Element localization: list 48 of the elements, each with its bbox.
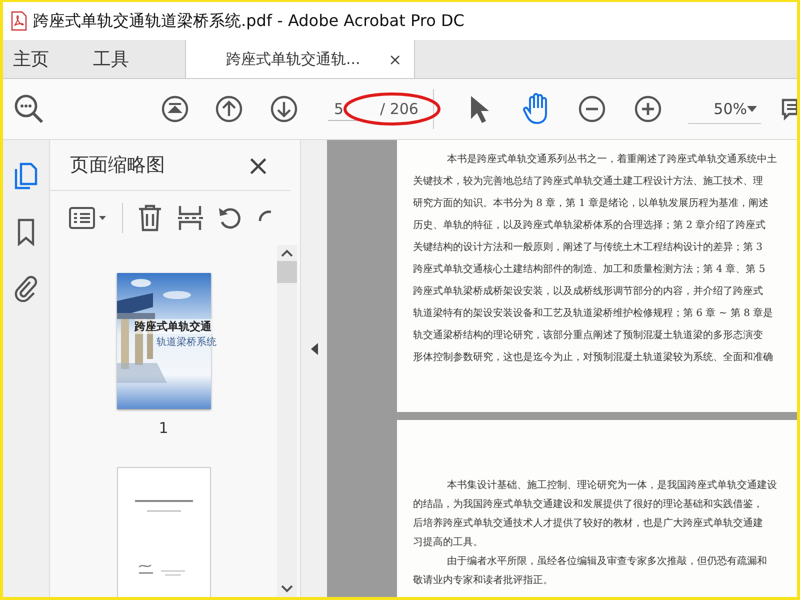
text-line: 跨座式单轨交通核心土建结构部件的制造、加工和质量检测方法；第 4 章、第 5 xyxy=(413,262,766,277)
text-line: 轨道梁特有的架设安装设备和工艺及轨道梁桥维护检修规程；第 6 章 ~ 第 8 章是 xyxy=(413,306,774,321)
page-thumbnails-icon[interactable] xyxy=(14,162,38,190)
first-page-icon[interactable] xyxy=(161,95,189,123)
collapse-panel-icon[interactable] xyxy=(310,342,318,354)
next-page-icon[interactable] xyxy=(270,95,298,123)
page-extract-icon[interactable] xyxy=(177,204,203,232)
text-line: 习提高的工具。 xyxy=(413,536,483,550)
text-line: 关键技术，较为完善地总结了跨座式单轨交通土建工程设计方法、施工技术、理 xyxy=(413,174,763,189)
scroll-down-icon[interactable] xyxy=(281,585,293,593)
search-icon[interactable] xyxy=(13,93,45,125)
window-title: 跨座式单轨交通轨道梁桥系统.pdf - Adobe Acrobat Pro DC xyxy=(33,10,464,32)
page-thumbnail-drawing[interactable] xyxy=(116,467,210,597)
text-line: 历史、单轨的特征，以及跨座式单轨梁桥体系的合理选择；第 2 章介绍了跨座式 xyxy=(413,218,766,233)
close-panel-button[interactable]: × xyxy=(246,148,270,182)
text-line: 的结晶，为我国跨座式单轨交通建设和发展提供了很好的理论基础和实践借鉴， xyxy=(413,498,763,512)
page-number-field[interactable]: 5 xyxy=(328,98,358,120)
options-menu-icon[interactable] xyxy=(68,205,108,231)
page-count: / 206 xyxy=(380,100,418,118)
text-line: 敬请业内专家和读者批评指正。 xyxy=(413,574,553,588)
text-line: 本书是跨座式单轨交通系列丛书之一，着重阐述了跨座式单轨交通系统中土 xyxy=(447,152,777,167)
zoom-in-icon[interactable] xyxy=(634,95,662,123)
page-number-label: 1 xyxy=(158,419,168,437)
text-line: 后培养跨座式单轨交通技术人才提供了较好的教材，也是广大跨座式单轨交通建 xyxy=(413,516,763,531)
scrollbar-thumb[interactable] xyxy=(277,261,297,283)
pdf-file-icon xyxy=(11,11,27,31)
cover-subtitle: 轨道梁桥系统 xyxy=(156,336,216,349)
text-line: 关键结构的设计方法和一般原则，阐述了与传统土木工程结构设计的差异；第 3 xyxy=(413,240,763,255)
text-line: 本书集设计基础、施工控制、理论研究为一体，是我国跨座式单轨交通建设 xyxy=(447,478,777,493)
nav-tab[interactable]: 工具 xyxy=(83,40,141,78)
text-line: 轨交通梁桥结构的理论研究，该部分重点阐述了预制混凝土轨道梁的多形态演变 xyxy=(413,328,763,343)
caret-icon xyxy=(747,106,757,112)
cover-title: 跨座式单轨交通 xyxy=(134,319,212,334)
text-line: 研究方面的知识。本书分为 8 章，第 1 章是绪论，以单轨发展历程为基准，阐述 xyxy=(413,196,768,211)
close-tab-button[interactable]: × xyxy=(388,50,402,68)
previous-page-icon[interactable] xyxy=(215,95,243,123)
text-line: 跨座式单轨梁桥成桥架设安装，以及成桥线形调节部分的内容，并介绍了跨座式 xyxy=(413,284,763,299)
nav-tab[interactable]: 主页 xyxy=(3,40,61,78)
zoom-dropdown[interactable]: 50% xyxy=(688,94,761,124)
paperclip-icon[interactable] xyxy=(14,274,38,302)
text-line: 形体控制参数研究，这也是迄今为止，对预制混凝土轨道梁较为系统、全面和准确 xyxy=(413,350,773,365)
zoom-out-icon[interactable] xyxy=(578,95,606,123)
scroll-up-icon[interactable] xyxy=(281,249,293,257)
trash-icon[interactable] xyxy=(137,204,163,232)
bookmark-icon[interactable] xyxy=(16,218,36,246)
text-line: 由于编者水平所限，虽经各位编辑及审查专家多次推敲，但仍恐有疏漏和 xyxy=(447,554,767,569)
panel-title: 页面缩略图 xyxy=(70,153,165,178)
document-tab[interactable]: 跨座式单轨交通轨... × xyxy=(185,40,415,78)
